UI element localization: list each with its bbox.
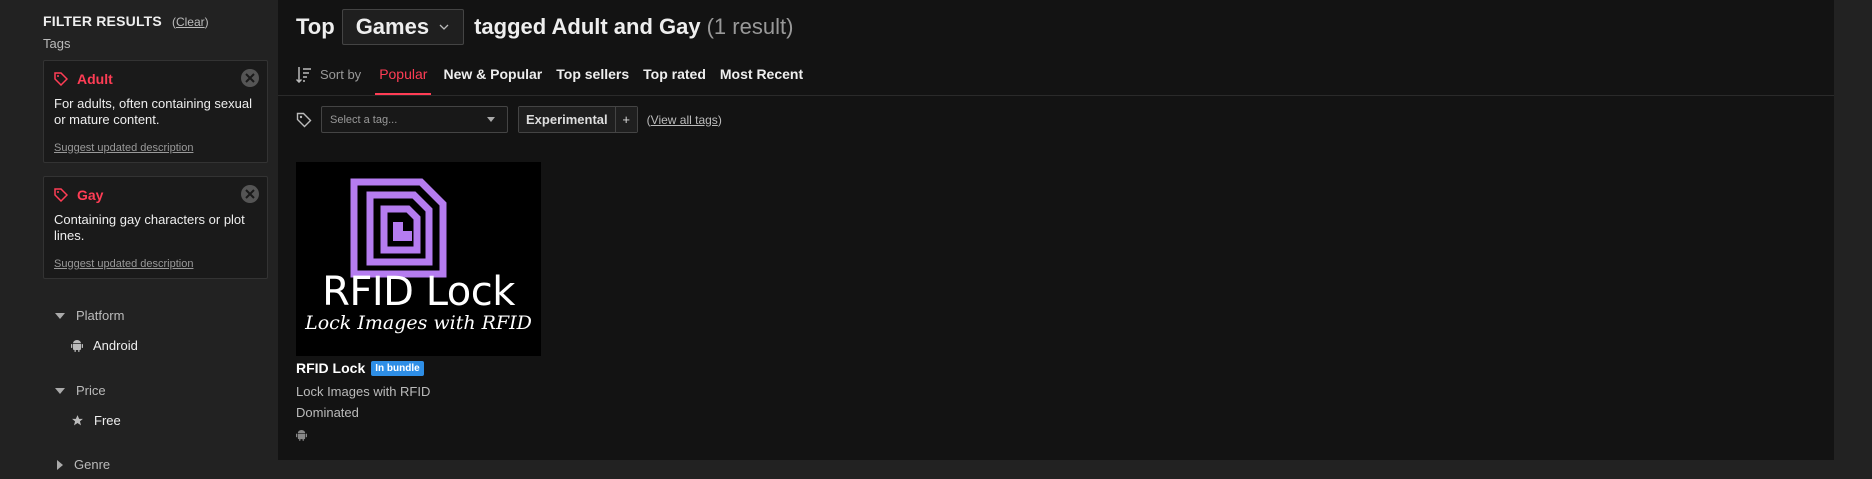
tag-card-adult: Adult For adults, often containing sexua…	[43, 60, 268, 163]
view-all-tags-link[interactable]: (View all tags)	[647, 113, 722, 127]
tag-description: For adults, often containing sexual or m…	[54, 96, 253, 127]
game-author-link[interactable]: Dominated	[296, 405, 359, 420]
star-icon	[72, 415, 83, 426]
in-bundle-badge[interactable]: In bundle	[371, 360, 424, 376]
experimental-tag-group: Experimental +	[518, 106, 638, 133]
tag-head: Adult	[54, 71, 257, 87]
facet-price-toggle[interactable]: Price	[55, 383, 106, 398]
sort-label: Sort by	[320, 67, 362, 82]
clear-label[interactable]: Clear	[176, 15, 205, 29]
title-prefix: Top	[296, 14, 335, 39]
page-title: Top Games tagged Adult and Gay (1 result…	[296, 9, 793, 45]
remove-tag-gay-button[interactable]	[241, 185, 259, 203]
clear-filters-link[interactable]: (Clear)	[172, 15, 209, 29]
tag-select-input[interactable]: Select a tag...	[321, 106, 508, 133]
type-select[interactable]: Games	[341, 9, 465, 45]
tag-head: Gay	[54, 187, 257, 203]
close-icon	[245, 73, 255, 83]
tag-select-placeholder: Select a tag...	[330, 113, 398, 126]
facet-label: Platform	[76, 308, 125, 323]
result-count: (1 result)	[706, 14, 794, 39]
type-select-value: Games	[355, 14, 430, 39]
tag-name[interactable]: Adult	[77, 71, 113, 87]
facet-platform-toggle[interactable]: Platform	[55, 308, 124, 323]
facet-genre-toggle[interactable]: Genre	[55, 457, 110, 472]
filter-title: FILTER RESULTS	[43, 13, 162, 29]
sort-tab-most-recent[interactable]: Most Recent	[720, 65, 803, 95]
sort-tab-top-rated[interactable]: Top rated	[643, 65, 706, 95]
facet-item-android[interactable]: Android	[71, 338, 138, 353]
game-thumbnail[interactable]: RFID Lock Lock Images with RFID	[296, 162, 541, 356]
sort-tab-top-sellers[interactable]: Top sellers	[556, 65, 629, 95]
sort-bar: Sort by Popular New & Popular Top seller…	[296, 65, 817, 95]
tags-label: Tags	[43, 36, 71, 51]
game-description: Lock Images with RFID	[296, 384, 431, 399]
tag-icon	[54, 188, 68, 202]
suggest-description-link[interactable]: Suggest updated description	[54, 258, 193, 270]
game-platform	[296, 428, 307, 446]
tag-filter-bar: Select a tag... Experimental + (View all…	[296, 106, 722, 133]
main-content: Top Games tagged Adult and Gay (1 result…	[278, 0, 1834, 460]
facet-item-label: Android	[93, 338, 138, 353]
game-title-link[interactable]: RFID Lock	[296, 360, 365, 376]
chevron-down-icon	[55, 387, 65, 394]
sort-icon	[296, 67, 311, 83]
add-tag-button[interactable]: +	[614, 107, 637, 132]
facet-item-label: Free	[94, 413, 121, 428]
chevron-down-icon	[55, 312, 65, 319]
remove-tag-adult-button[interactable]	[241, 69, 259, 87]
tag-icon	[296, 112, 312, 127]
game-title-row: RFID Lock In bundle	[296, 360, 424, 376]
android-icon	[296, 429, 307, 441]
experimental-tag-button[interactable]: Experimental	[519, 107, 615, 132]
divider	[278, 95, 1834, 96]
facet-label: Genre	[74, 457, 111, 472]
facet-item-free[interactable]: Free	[71, 413, 121, 428]
facet-label: Price	[76, 383, 106, 398]
android-icon	[71, 340, 83, 352]
close-icon	[245, 189, 255, 199]
sort-tab-new-popular[interactable]: New & Popular	[443, 65, 542, 95]
tag-icon	[54, 72, 68, 86]
chevron-right-icon	[57, 459, 63, 470]
tag-name[interactable]: Gay	[77, 187, 103, 203]
thumbnail-title: RFID Lock	[322, 269, 515, 315]
filter-header: FILTER RESULTS (Clear)	[43, 13, 278, 29]
tag-card-gay: Gay Containing gay characters or plot li…	[43, 176, 268, 279]
suggest-description-link[interactable]: Suggest updated description	[54, 142, 193, 154]
thumbnail-subtitle: Lock Images with RFID	[305, 312, 532, 334]
sort-tab-popular[interactable]: Popular	[375, 65, 432, 95]
view-all-tags-label[interactable]: View all tags	[651, 113, 718, 127]
tag-description: Containing gay characters or plot lines.	[54, 212, 245, 243]
chevron-down-icon	[439, 24, 449, 30]
caret-down-icon	[487, 117, 495, 122]
title-tagged: tagged Adult and Gay	[474, 14, 701, 39]
